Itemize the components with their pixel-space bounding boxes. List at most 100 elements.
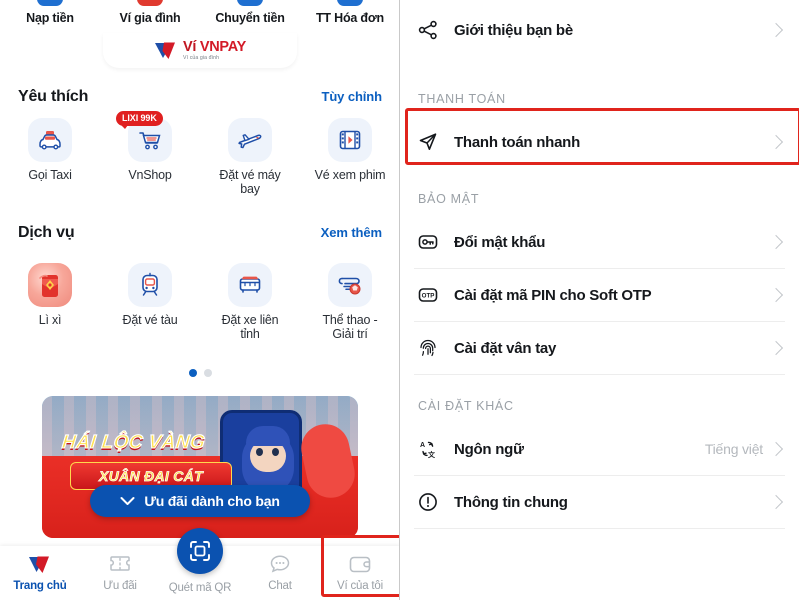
bus-icon [228,263,272,307]
favorites-customize-link[interactable]: Tùy chỉnh [322,89,383,104]
train-icon [128,263,172,307]
pagination-dot-active[interactable] [188,369,197,377]
nav-item-vi-cua-toi[interactable]: Ví của tôi [320,546,399,592]
carousel-pagination [0,369,399,377]
service-tile-dat-xe-lien-tinh[interactable]: Đặt xe liên tỉnh [200,263,300,342]
transfer-icon [237,0,263,6]
setting-row-label: Giới thiệu bạn bè [454,21,573,39]
setting-row-soft-otp-pin[interactable]: OTP Cài đặt mã PIN cho Soft OTP [400,269,799,321]
row-divider [414,528,785,529]
logo-title: Ví VNPAY [183,40,246,55]
favorite-tile-label: Vé xem phim [314,168,386,182]
setting-row-gioi-thieu-ban-be[interactable]: Giới thiệu bạn bè [400,0,799,60]
chevron-right-icon [768,134,784,150]
sports-icon [328,263,372,307]
quick-action-tt-hoa-don[interactable]: TT Hóa đơn [300,0,399,32]
group-header-thanh-toan: THANH TOÁN [418,92,506,106]
promo-cta-label: Ưu đãi dành cho bạn [144,493,280,509]
row-divider [414,374,785,375]
chevron-right-icon [768,234,784,250]
service-tile-label: Đặt xe liên tỉnh [221,313,279,342]
nav-label: Chat [268,580,292,592]
favorites-title: Yêu thích [18,88,89,105]
lixi-badge: LIXI 99K [116,111,163,128]
red-envelope-icon [28,263,72,307]
vnpay-logo-card: Ví VNPAY Ví của gia đình [103,33,297,68]
favorite-tile-ve-xem-phim[interactable]: Vé xem phim [300,118,399,197]
promo-cta-button[interactable]: Ưu đãi dành cho bạn [90,485,310,517]
wallet-icon [348,552,372,576]
quick-action-chuyen-tien[interactable]: Chuyển tiền [200,0,300,32]
service-tile-li-xi[interactable]: Lì xì [0,263,100,342]
qr-scan-icon[interactable] [177,528,223,574]
service-tile-label: Đặt vé tàu [122,313,178,327]
quick-action-label: TT Hóa đơn [316,10,384,25]
favorite-tile-vnshop[interactable]: LIXI 99K VnShop [100,111,200,197]
svg-text:A: A [420,442,425,449]
vnpay-logo-text: Ví VNPAY Ví của gia đình [183,40,246,61]
family-wallet-icon [137,0,163,6]
logo-tagline: Ví của gia đình [183,54,220,61]
svg-text:OTP: OTP [422,293,435,300]
voucher-icon [108,552,132,576]
favorite-tile-label: Đặt vé máy bay [219,168,281,197]
nav-label: Ưu đãi [103,580,137,592]
favorite-tile-label: VnShop [128,168,172,182]
setting-row-label: Cài đặt vân tay [454,339,557,357]
account-settings-screen: Giới thiệu bạn bè THANH TOÁN Thanh toán … [400,0,799,600]
chevron-down-icon [120,497,135,505]
nav-label: Trang chủ [13,580,67,592]
service-tile-the-thao-giai-tri[interactable]: Thể thao - Giải trí [300,263,399,342]
nav-item-chat[interactable]: Chat [240,546,320,592]
fingerprint-icon [414,334,442,362]
services-tile-row: Lì xì Đặt vé tàu Đặt xe liên tỉnh Thể th… [0,263,399,342]
logo-brand-word: VNPAY [199,38,246,55]
favorites-tile-row: Gọi Taxi LIXI 99K VnShop Đặt vé máy bay … [0,111,399,197]
nav-label: Ví của tôi [337,580,383,592]
share-nodes-icon [414,16,442,44]
quick-action-vi-gia-dinh[interactable]: Ví gia đình [100,0,200,32]
setting-row-label: Ngôn ngữ [454,440,524,458]
otp-icon: OTP [414,281,442,309]
paper-plane-icon [414,128,442,156]
favorite-tile-goi-taxi[interactable]: Gọi Taxi [0,118,100,197]
svg-text:文: 文 [428,450,436,459]
quick-action-nap-tien[interactable]: Nạp tiền [0,0,100,32]
favorites-header: Yêu thích Tùy chỉnh [0,88,399,106]
setting-row-label: Thông tin chung [454,493,568,511]
banner-title: HÁI LỘC VÀNG [60,431,207,453]
setting-row-ngon-ngu[interactable]: A 文 Ngôn ngữ Tiếng việt [400,423,799,475]
vnpay-logo-mark [154,41,178,60]
group-header-bao-mat: BẢO MẬT [418,192,480,206]
services-header: Dịch vụ Xem thêm [0,224,399,242]
chat-icon [268,552,292,576]
vnpay-home-screen: Nạp tiền Ví gia đình Chuyển tiền TT Hóa … [0,0,400,600]
group-header-cai-dat-khac: CÀI ĐẶT KHÁC [418,399,514,413]
home-vnpay-icon [28,552,52,576]
quick-actions-row: Nạp tiền Ví gia đình Chuyển tiền TT Hóa … [0,0,399,32]
quick-action-label: Chuyển tiền [215,10,285,25]
setting-row-doi-mat-khau[interactable]: Đổi mật khẩu [400,216,799,268]
favorite-tile-dat-ve-may-bay[interactable]: Đặt vé máy bay [200,118,300,197]
service-tile-label: Thể thao - Giải trí [322,313,378,342]
key-icon [414,228,442,256]
quick-action-label: Ví gia đình [119,10,181,25]
nav-item-trang-chu[interactable]: Trang chủ [0,546,80,592]
setting-row-cai-dat-van-tay[interactable]: Cài đặt vân tay [400,322,799,374]
pagination-dot[interactable] [203,369,212,377]
service-tile-dat-ve-tau[interactable]: Đặt vé tàu [100,263,200,342]
bill-payment-icon [337,0,363,6]
bottom-navigation: Trang chủ Ưu đãi Quét mã QR Chat Ví của … [0,528,399,600]
nav-item-quet-ma-qr[interactable]: Quét mã QR [160,528,240,594]
setting-row-label: Cài đặt mã PIN cho Soft OTP [454,286,652,304]
nav-item-uu-dai[interactable]: Ưu đãi [80,546,160,592]
taxi-icon [28,118,72,162]
setting-row-thanh-toan-nhanh[interactable]: Thanh toán nhanh [400,116,799,168]
services-see-more-link[interactable]: Xem thêm [321,225,382,240]
setting-row-thong-tin-chung[interactable]: Thông tin chung [400,476,799,528]
mascot-eye-right [272,448,279,456]
services-title: Dịch vụ [18,224,75,241]
mascot-eye-left [256,448,263,456]
setting-row-label: Thanh toán nhanh [454,133,580,151]
nav-label: Quét mã QR [168,582,232,594]
